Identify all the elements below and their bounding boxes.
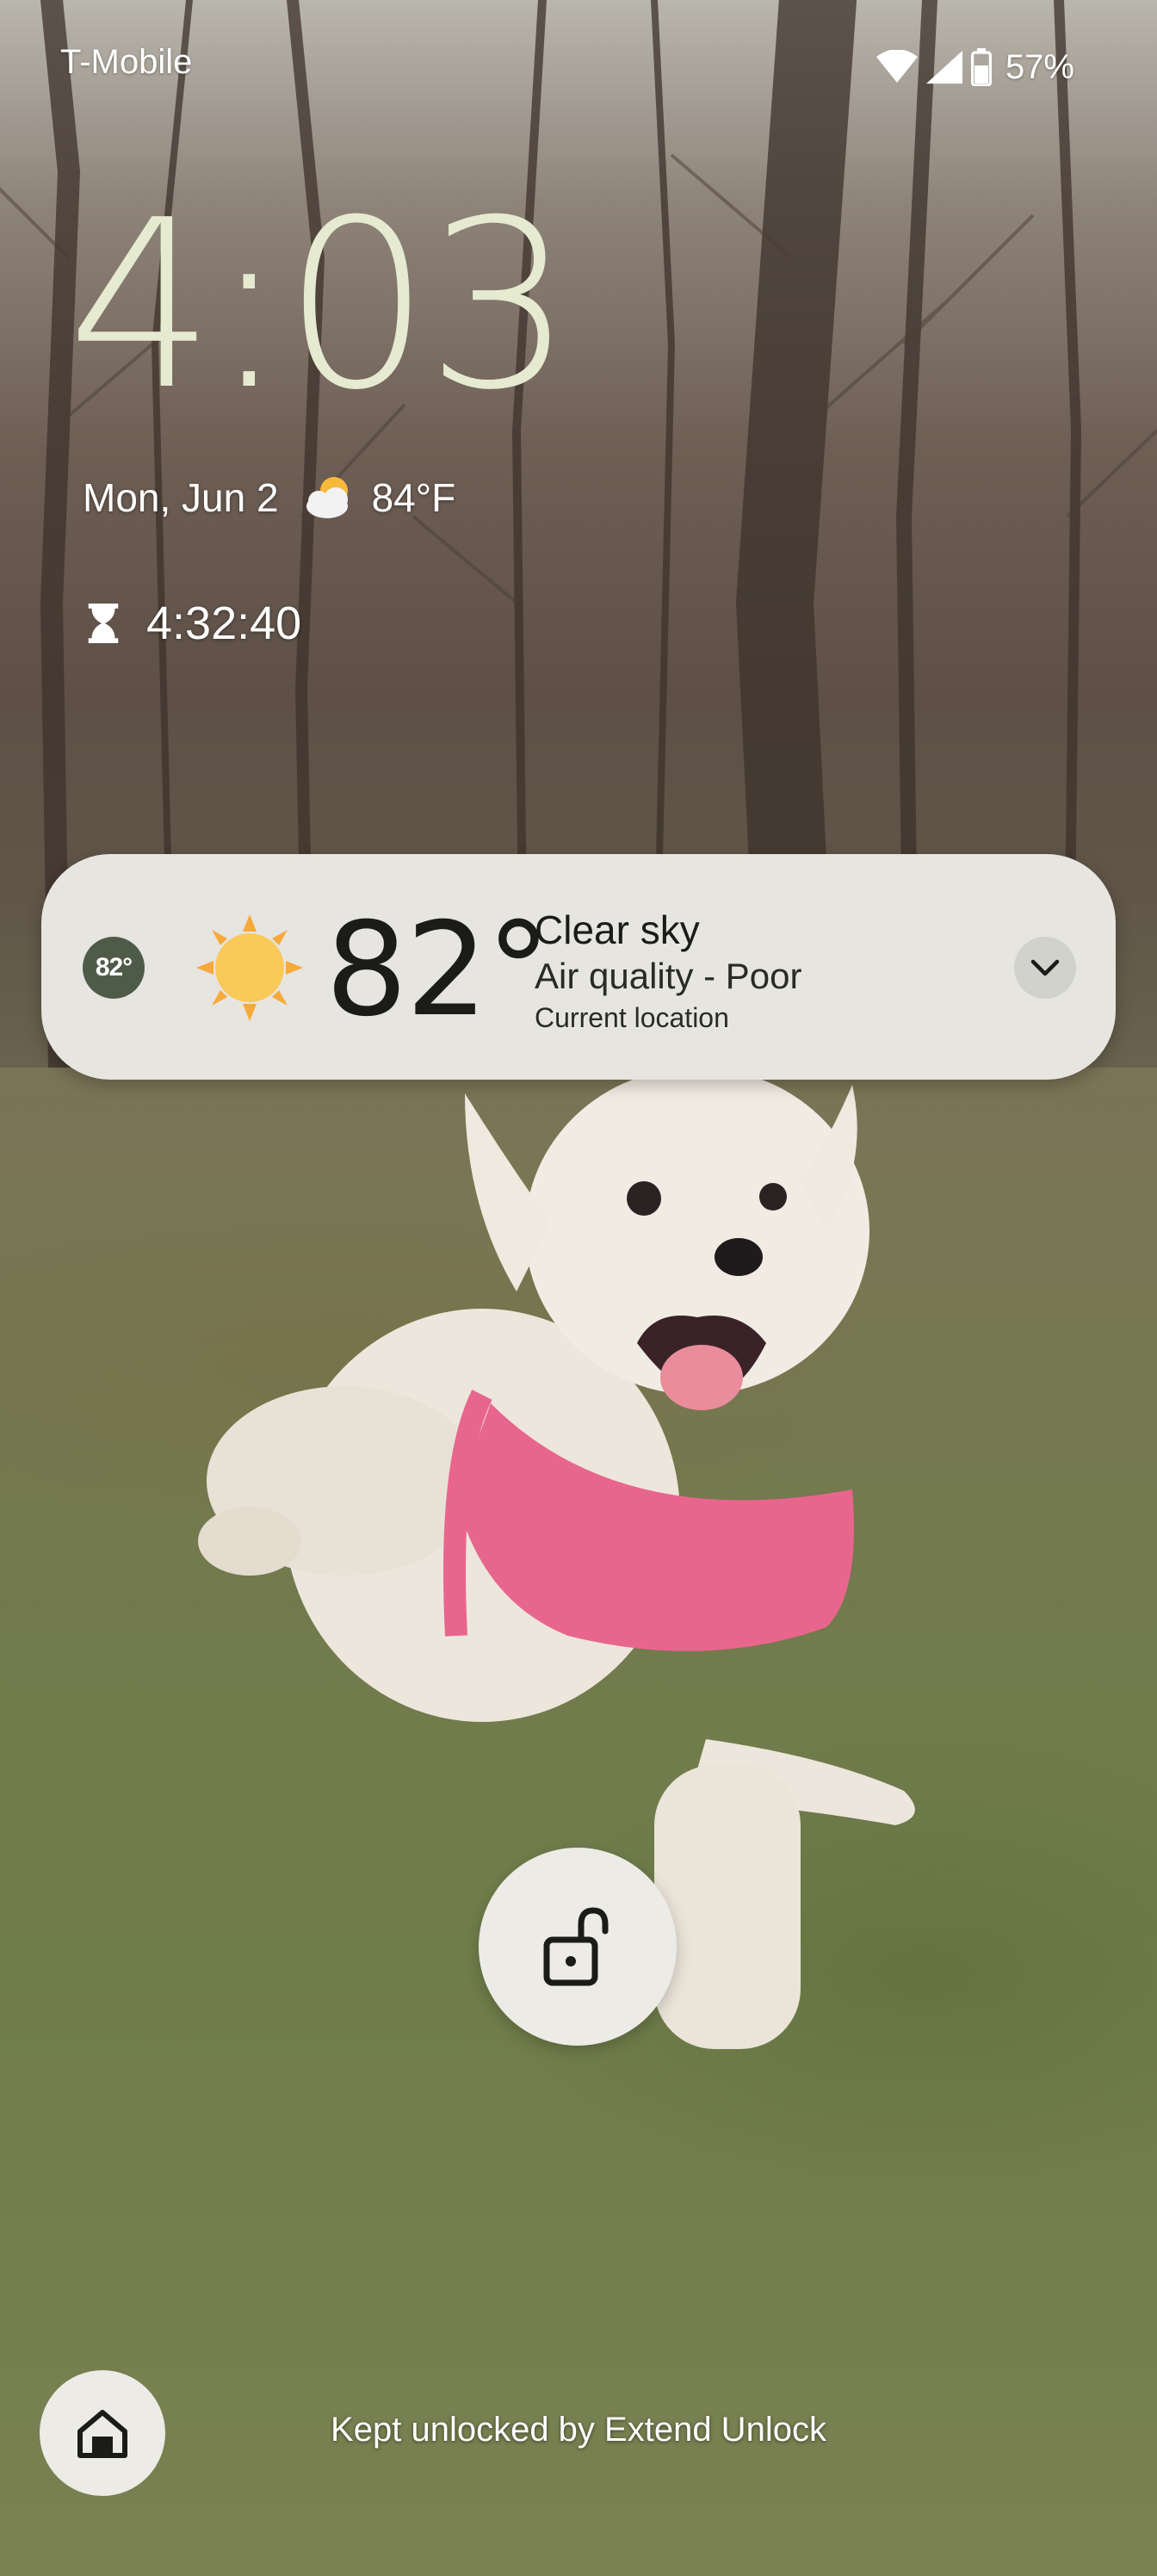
battery-icon <box>970 48 992 86</box>
weather-location: Current location <box>535 1002 729 1033</box>
timer-row[interactable]: 4:32:40 <box>86 597 301 650</box>
cell-signal-icon <box>925 50 962 84</box>
sun-icon <box>196 914 303 1021</box>
partly-cloudy-icon <box>306 477 348 518</box>
unlock-button[interactable] <box>479 1848 677 2046</box>
temp-badge: 82° <box>83 937 145 999</box>
air-quality: Air quality - Poor <box>535 956 802 996</box>
expand-weather-button[interactable] <box>1014 937 1076 999</box>
weather-temp-label: 84°F <box>371 475 456 520</box>
wifi-icon <box>875 50 918 83</box>
date-label: Mon, Jun 2 <box>83 475 279 520</box>
lock-clock: 4:03 <box>67 170 573 441</box>
chevron-down-icon <box>1030 959 1060 976</box>
status-icons: 57% <box>875 43 1074 91</box>
timer-label: 4:32:40 <box>146 598 302 649</box>
status-bar: T-Mobile 57% <box>0 0 1157 129</box>
date-weather-row[interactable]: Mon, Jun 2 84°F <box>83 474 455 522</box>
weather-card[interactable]: 82° 82° Clear sky Air quality - Poor Cur… <box>41 854 1116 1080</box>
carrier-label: T-Mobile <box>60 43 193 81</box>
extend-unlock-message: Kept unlocked by Extend Unlock <box>331 2411 826 2449</box>
weather-condition: Clear sky <box>535 907 700 952</box>
weather-details: Clear sky Air quality - Poor Current loc… <box>535 906 801 1037</box>
current-temperature: 82° <box>325 895 551 1045</box>
battery-percent: 57% <box>1005 47 1074 86</box>
unlocked-padlock-icon <box>543 1907 609 1986</box>
hourglass-icon <box>88 604 119 643</box>
